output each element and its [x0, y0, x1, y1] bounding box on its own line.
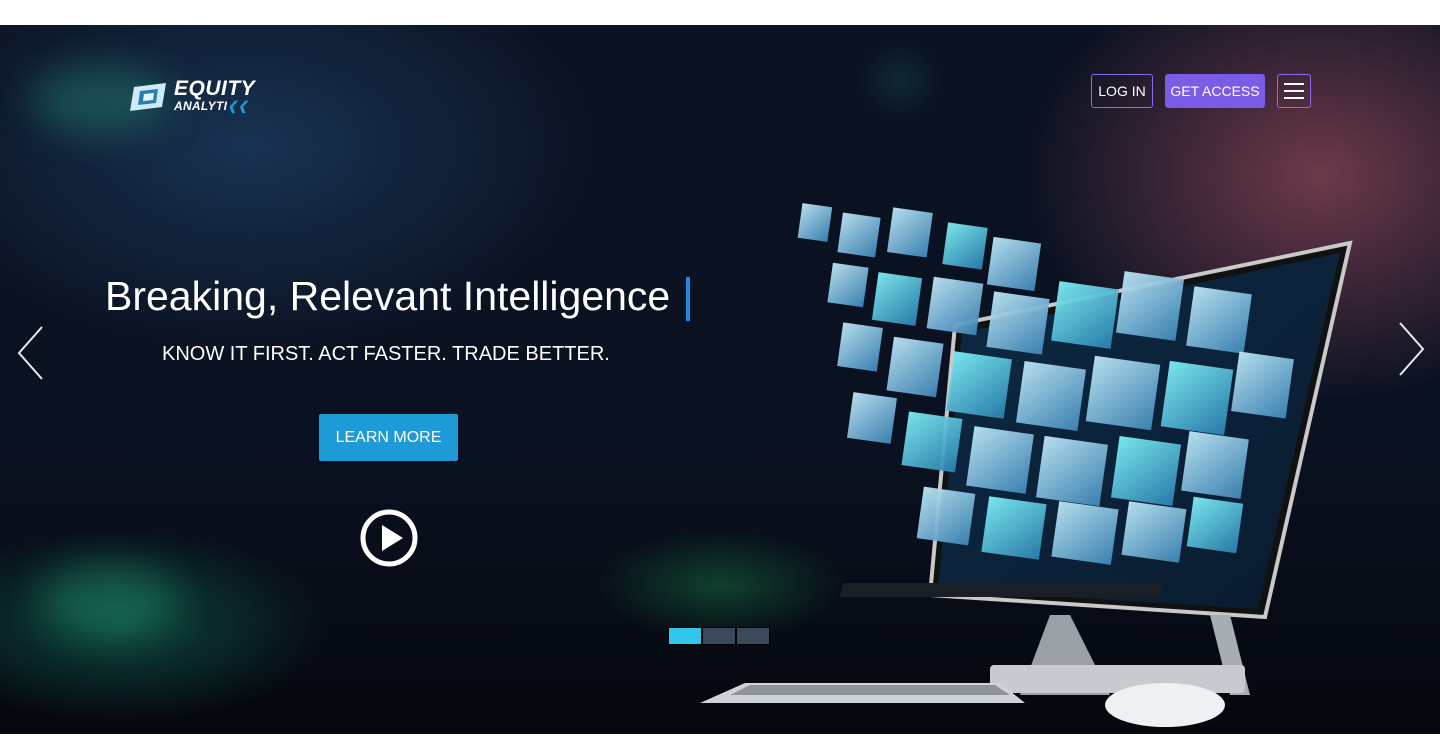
hero-headline: Breaking, Relevant Intelligence — [105, 273, 671, 319]
carousel-indicator[interactable] — [703, 628, 735, 644]
play-circle-icon[interactable] — [360, 509, 418, 567]
top-white-bar — [0, 0, 1440, 25]
hero-tagline: KNOW IT FIRST. ACT FASTER. TRADE BETTER. — [162, 343, 610, 365]
carousel-indicator[interactable] — [737, 628, 769, 644]
background-glow — [40, 565, 180, 635]
hamburger-icon[interactable] — [1277, 74, 1311, 108]
chevron-right-icon[interactable] — [1396, 321, 1426, 377]
logo-text-line1: EQUITY — [174, 77, 256, 100]
get-access-button[interactable]: GET ACCESS — [1165, 74, 1265, 108]
login-button[interactable]: LOG IN — [1091, 74, 1153, 108]
background-glow — [880, 65, 920, 95]
carousel-indicators — [668, 627, 770, 645]
chevron-left-icon[interactable] — [16, 325, 46, 381]
logo-text-line2: ANALYTI❮❮ — [174, 99, 248, 113]
learn-more-button[interactable]: LEARN MORE — [319, 414, 458, 461]
carousel-indicator[interactable] — [669, 628, 701, 644]
logo-mark-icon — [130, 83, 166, 111]
brand-logo[interactable]: EQUITY ANALYTI❮❮ — [128, 77, 268, 117]
computer-illustration — [700, 203, 1353, 727]
hero-carousel: EQUITY ANALYTI❮❮ LOG IN GET ACCESS Break… — [0, 25, 1440, 734]
typing-caret — [686, 277, 690, 321]
bottom-white-strip — [0, 734, 1440, 754]
